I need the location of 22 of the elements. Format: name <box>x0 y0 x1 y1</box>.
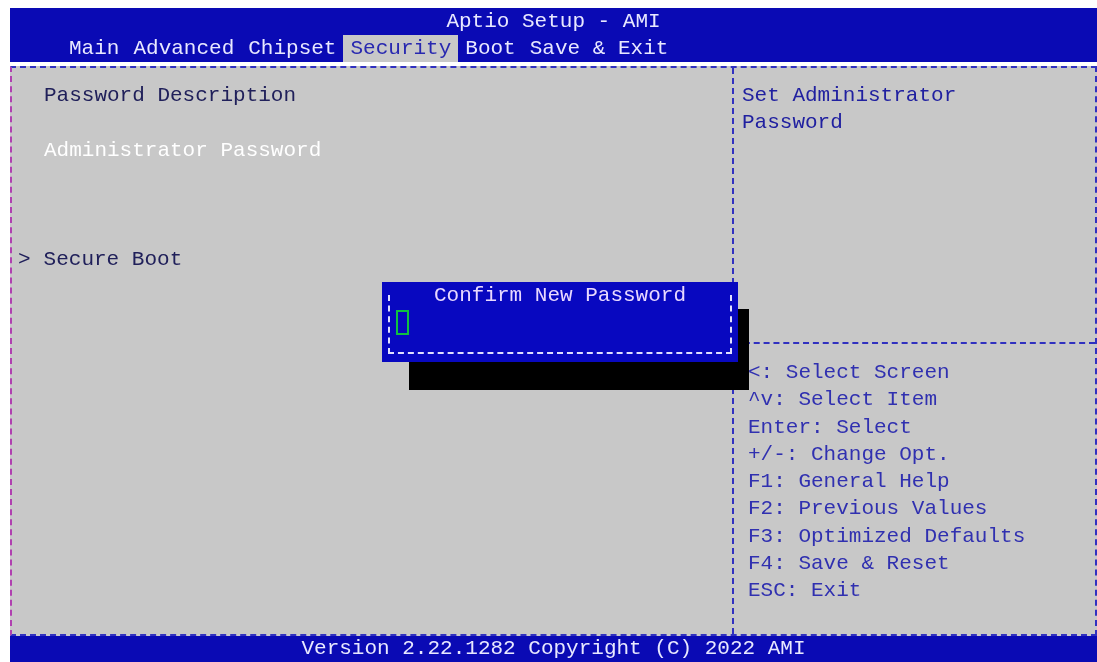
key-hint: ^v: Select Item <box>748 388 938 412</box>
menu-tab[interactable]: Boot <box>458 35 523 62</box>
key-hint: Enter: Select <box>748 415 912 439</box>
help-text: Set Administrator Password <box>741 83 958 137</box>
password-input-field[interactable] <box>396 310 409 335</box>
section-heading: Password Description <box>44 84 297 107</box>
key-hint: F4: Save & Reset <box>748 552 950 576</box>
menu-tab[interactable]: Chipset <box>241 35 344 62</box>
menu-tab[interactable]: Save & Exit <box>522 35 676 62</box>
menu-tab[interactable]: Main <box>62 35 127 62</box>
submenu-marker: > <box>18 247 31 271</box>
menu-tab[interactable]: Security <box>343 35 459 62</box>
key-hint: ESC: Exit <box>748 579 862 603</box>
submenu-item[interactable]: Secure Boot <box>43 247 183 271</box>
menu-tab[interactable]: Advanced <box>126 35 242 62</box>
key-hint: F1: General Help <box>748 470 950 494</box>
version-text: Version 2.22.1282 Copyright (C) 2022 AMI <box>301 637 806 660</box>
key-hint: +/-: Change Opt. <box>748 442 950 466</box>
key-hint: F3: Optimized Defaults <box>748 524 1026 548</box>
key-hint: F2: Previous Values <box>748 497 988 521</box>
key-hint: <: Select Screen <box>748 361 950 384</box>
window-title: Aptio Setup - AMI <box>446 10 661 33</box>
